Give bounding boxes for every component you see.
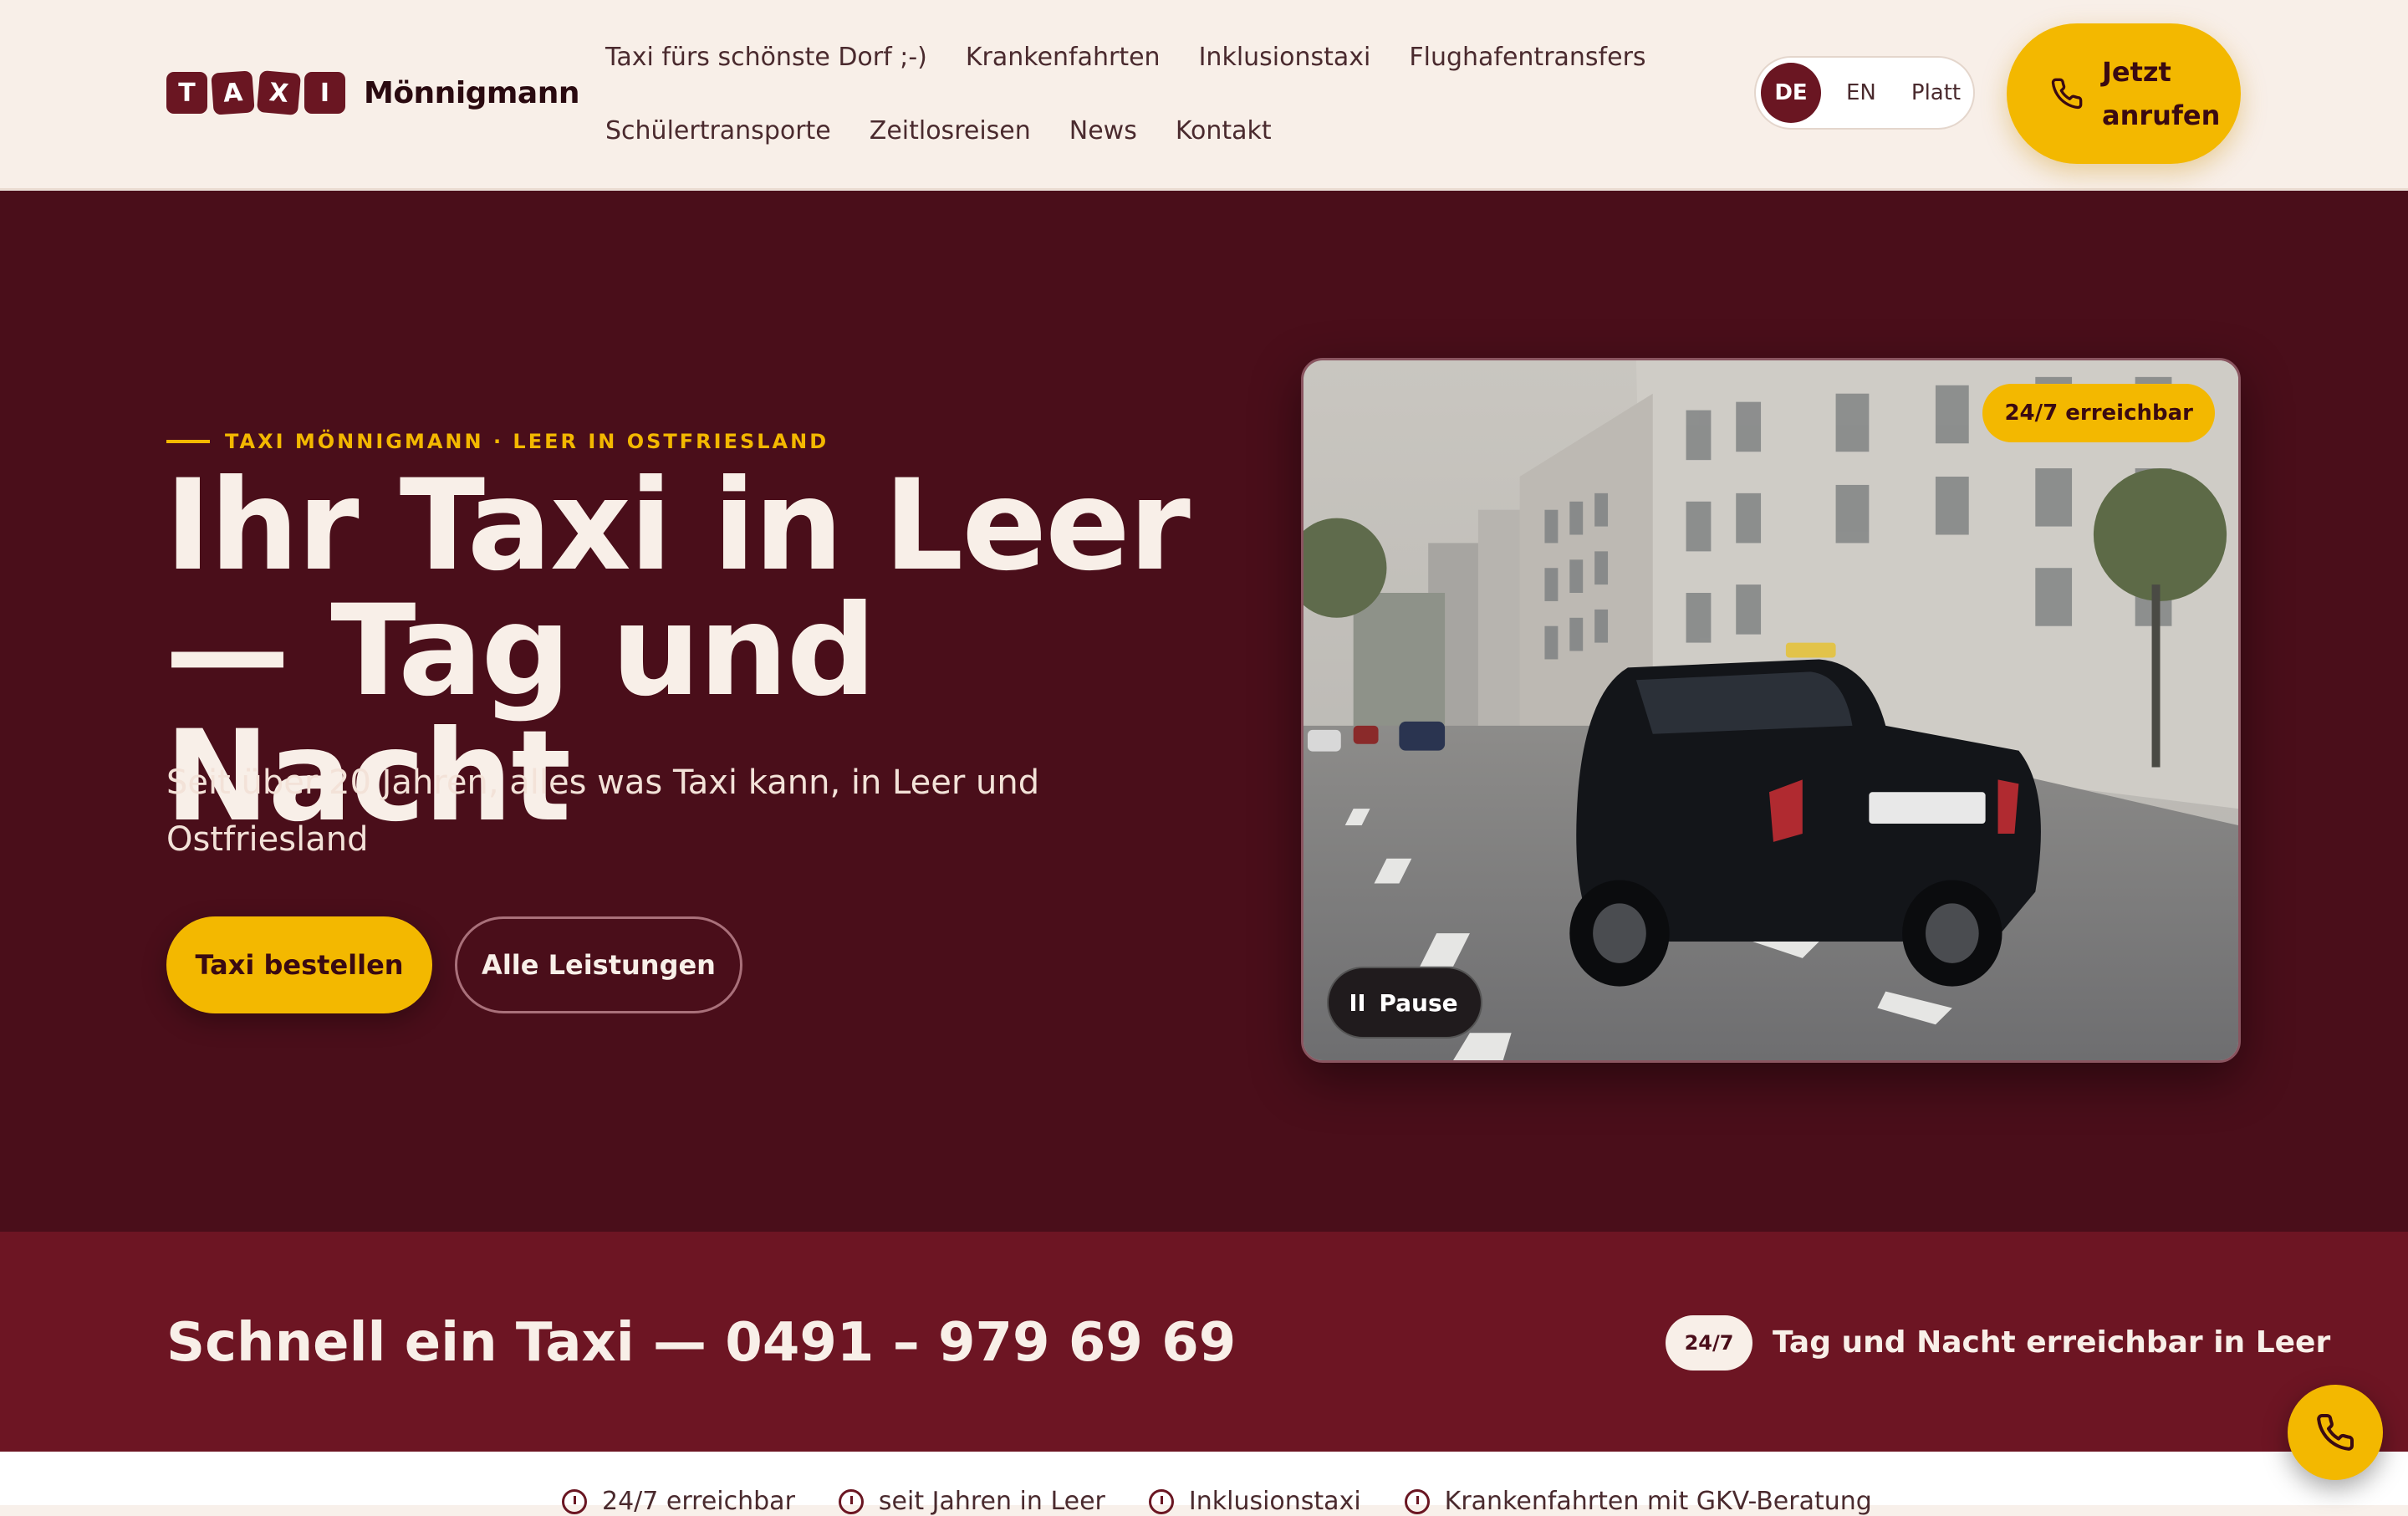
nav-link-flughafentransfers[interactable]: Flughafentransfers <box>1409 43 1645 72</box>
nav-link-inklusionstaxi[interactable]: Inklusionstaxi <box>1199 43 1371 72</box>
clock-icon <box>562 1488 587 1514</box>
video-pause-button[interactable]: Pause <box>1327 967 1482 1039</box>
feature-label: seit Jahren in Leer <box>878 1487 1105 1516</box>
hero-subtitle: Seit über 20 Jahren, alles was Taxi kann… <box>166 763 1040 859</box>
logo-tile-t: T <box>166 72 207 114</box>
hero-video[interactable]: 24/7 erreichbar Pause <box>1301 358 2241 1063</box>
phone-strip-text: Tag und Nacht erreichbar in Leer <box>1773 1325 2331 1360</box>
feature-bar: 24/7 erreichbar seit Jahren in Leer Inkl… <box>0 1452 2408 1516</box>
phone-strip-badge: 24/7 <box>1666 1315 1752 1371</box>
feature-label: Krankenfahrten mit GKV-Beratung <box>1444 1487 1872 1516</box>
phone-strip-title[interactable]: Schnell ein Taxi — 0491 – 979 69 69 <box>166 1312 1236 1374</box>
logo-tile-a: A <box>211 70 255 115</box>
nav-link-krankenfahrten[interactable]: Krankenfahrten <box>966 43 1161 72</box>
brand-logo[interactable]: T A X I Mönnigmann <box>166 69 580 116</box>
logo-tile-i: I <box>304 72 345 114</box>
logo-tile-x: X <box>256 69 302 116</box>
nav-row-2: Schülertransporte Zeitlosreisen News Kon… <box>605 110 1676 151</box>
nav-link-dorf[interactable]: Taxi fürs schönste Dorf ;-) <box>605 43 927 72</box>
phone-icon <box>2051 78 2083 110</box>
phone-strip: Schnell ein Taxi — 0491 – 979 69 69 24/7… <box>0 1232 2408 1452</box>
call-now-line-2: anrufen <box>2102 100 2221 131</box>
lang-platt-button[interactable]: Platt <box>1911 80 1961 105</box>
feature-list: 24/7 erreichbar seit Jahren in Leer Inkl… <box>562 1487 1872 1516</box>
hero-title-line-1: Ihr Taxi in Leer <box>165 453 1191 599</box>
call-now-button[interactable]: Jetzt anrufen <box>2007 23 2241 164</box>
feature-item: Inklusionstaxi <box>1148 1487 1361 1516</box>
brand-name: Mönnigmann <box>364 75 580 110</box>
all-services-button[interactable]: Alle Leistungen <box>455 916 742 1013</box>
feature-item: 24/7 erreichbar <box>562 1487 795 1516</box>
hero-section: TAXI MÖNNIGMANN · LEER IN OSTFRIESLAND I… <box>0 191 2408 1232</box>
order-taxi-button[interactable]: Taxi bestellen <box>166 916 432 1013</box>
language-switcher: DE EN Platt <box>1754 56 1975 130</box>
clock-icon <box>838 1488 864 1514</box>
call-now-line-1: Jetzt <box>2102 56 2171 88</box>
clock-icon <box>1404 1488 1430 1514</box>
lang-de-button[interactable]: DE <box>1761 63 1821 123</box>
availability-badge: 24/7 erreichbar <box>1982 384 2215 442</box>
feature-item: seit Jahren in Leer <box>838 1487 1105 1516</box>
feature-label: 24/7 erreichbar <box>602 1487 795 1516</box>
call-now-label: Jetzt anrufen <box>2102 50 2221 137</box>
main-navigation: Taxi fürs schönste Dorf ;-) Krankenfahrt… <box>605 37 1676 151</box>
nav-link-kontakt[interactable]: Kontakt <box>1176 116 1272 145</box>
clock-icon <box>1148 1488 1174 1514</box>
lang-en-button[interactable]: EN <box>1846 80 1876 105</box>
nav-link-news[interactable]: News <box>1069 116 1137 145</box>
pause-label: Pause <box>1379 988 1458 1017</box>
nav-link-schuelertransporte[interactable]: Schülertransporte <box>605 116 831 145</box>
nav-link-zeitlosreisen[interactable]: Zeitlosreisen <box>870 116 1031 145</box>
feature-label: Inklusionstaxi <box>1188 1487 1361 1516</box>
hero-eyebrow: TAXI MÖNNIGMANN · LEER IN OSTFRIESLAND <box>166 430 829 453</box>
feature-item: Krankenfahrten mit GKV-Beratung <box>1404 1487 1872 1516</box>
floating-call-button[interactable] <box>2288 1385 2383 1480</box>
site-header: T A X I Mönnigmann Taxi fürs schönste Do… <box>0 0 2408 190</box>
eyebrow-text: TAXI MÖNNIGMANN · LEER IN OSTFRIESLAND <box>225 430 829 453</box>
eyebrow-line <box>166 440 210 443</box>
pause-icon <box>1351 994 1365 1011</box>
phone-icon <box>2317 1413 2354 1451</box>
taxi-street-scene <box>1303 360 2238 1060</box>
nav-row-1: Taxi fürs schönste Dorf ;-) Krankenfahrt… <box>605 37 1676 77</box>
